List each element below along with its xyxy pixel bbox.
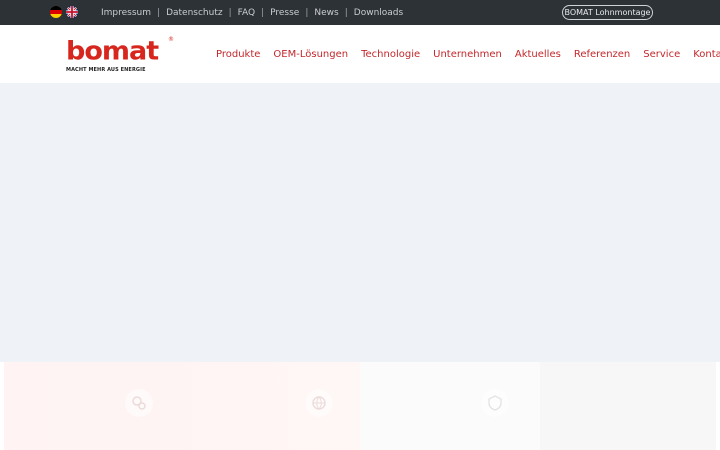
top-link-separator: | (228, 7, 232, 18)
top-link-separator: | (344, 7, 348, 18)
top-link-separator: | (305, 7, 309, 18)
feature-tile-light[interactable] (360, 362, 540, 450)
nav-item-unternehmen[interactable]: Unternehmen (433, 49, 502, 60)
top-bar: Impressum | Datenschutz | FAQ | Presse |… (0, 0, 720, 25)
main-nav: Produkte OEM-Lösungen Technologie Untern… (216, 25, 720, 83)
nav-item-produkte[interactable]: Produkte (216, 49, 260, 60)
top-link-faq[interactable]: FAQ (238, 8, 255, 18)
logo-tagline: MACHT MEHR AUS ENERGIE (66, 67, 146, 73)
gears-icon (125, 389, 153, 417)
feature-tiles (0, 362, 720, 450)
logo-registered-mark: ® (168, 36, 174, 43)
top-link-news[interactable]: News (314, 8, 338, 18)
nav-item-oem-loesungen[interactable]: OEM-Lösungen (273, 49, 348, 60)
feature-tile-red[interactable] (4, 362, 360, 450)
nav-item-referenzen[interactable]: Referenzen (574, 49, 630, 60)
top-link-datenschutz[interactable]: Datenschutz (166, 8, 223, 18)
top-link-presse[interactable]: Presse (270, 8, 299, 18)
nav-item-aktuelles[interactable]: Aktuelles (515, 49, 561, 60)
lohnmontage-button[interactable]: BOMAT Lohnmontage (562, 5, 653, 20)
nav-item-technologie[interactable]: Technologie (361, 49, 420, 60)
de-flag-icon[interactable] (50, 6, 62, 18)
top-link-impressum[interactable]: Impressum (101, 8, 151, 18)
top-links: Impressum | Datenschutz | FAQ | Presse |… (101, 0, 403, 25)
globe-icon (305, 389, 333, 417)
shield-icon (481, 389, 509, 417)
top-link-separator: | (261, 7, 265, 18)
nav-item-service[interactable]: Service (643, 49, 680, 60)
logo-wordmark: bomat (66, 36, 159, 67)
main-header: bomat ® MACHT MEHR AUS ENERGIE Produkte … (0, 25, 720, 83)
nav-item-kontakt[interactable]: Kontakt (693, 49, 720, 60)
top-link-downloads[interactable]: Downloads (354, 8, 403, 18)
bomat-logo[interactable]: bomat ® MACHT MEHR AUS ENERGIE (66, 36, 176, 74)
gb-flag-icon[interactable] (66, 6, 78, 18)
feature-tile-grey[interactable] (540, 362, 716, 450)
hero-banner (0, 83, 720, 362)
top-link-separator: | (157, 7, 161, 18)
